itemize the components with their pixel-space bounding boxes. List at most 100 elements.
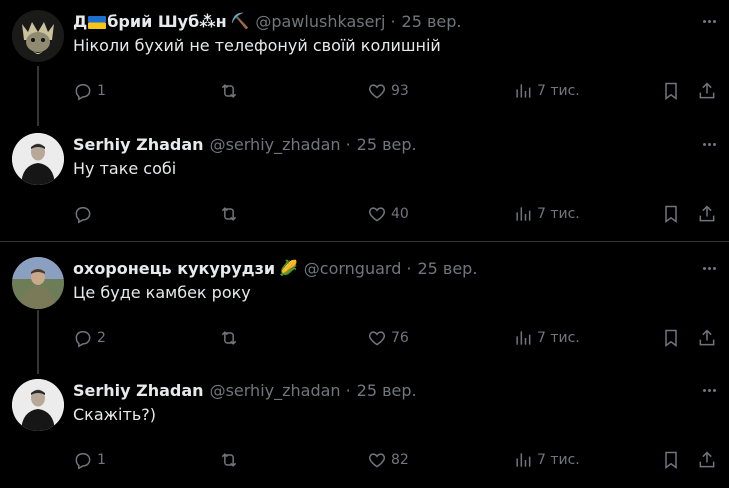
pickaxe-emoji: ⛏️: [230, 12, 250, 30]
retweet-icon: [221, 453, 237, 467]
view-count: 7 тис.: [537, 452, 580, 468]
share-button[interactable]: [697, 201, 717, 227]
author-name[interactable]: Дбрий Шуб⁂н: [73, 12, 227, 31]
more-options-icon[interactable]: [699, 381, 719, 399]
tweet-date[interactable]: 25 вер.: [417, 259, 477, 278]
tweet-date[interactable]: 25 вер.: [357, 135, 417, 154]
bookmark-icon: [665, 329, 677, 347]
reply-button[interactable]: 1: [73, 78, 106, 104]
share-icon: [699, 205, 715, 222]
like-count: 40: [391, 206, 409, 222]
like-button[interactable]: 76: [367, 325, 409, 351]
author-handle[interactable]: @serhiy_zhadan: [210, 381, 341, 400]
tweet-text: Ну таке собі: [73, 159, 177, 178]
avatar-image: [12, 133, 64, 185]
separator-dot: ·: [345, 380, 351, 400]
like-count: 93: [391, 83, 409, 99]
bookmark-icon: [665, 205, 677, 223]
reply-button[interactable]: 2: [73, 325, 106, 351]
author-name[interactable]: Serhiy Zhadan: [73, 381, 204, 400]
tweet[interactable]: Serhiy Zhadan @serhiy_zhadan · 25 вер. С…: [0, 379, 729, 479]
bookmark-button[interactable]: [661, 325, 681, 351]
retweet-button[interactable]: [219, 78, 239, 104]
heart-icon: [368, 207, 386, 222]
views-button[interactable]: 7 тис.: [513, 325, 580, 351]
separator-dot: ·: [406, 258, 412, 278]
share-icon: [699, 329, 715, 346]
tweet-actions: 2 76 7 тис.: [73, 325, 723, 351]
retweet-icon: [221, 331, 237, 345]
reply-count: 2: [97, 330, 106, 346]
reply-button[interactable]: [73, 201, 97, 227]
reply-icon: [75, 331, 91, 348]
views-button[interactable]: 7 тис.: [513, 447, 580, 473]
views-button[interactable]: 7 тис.: [513, 201, 580, 227]
tweet-date[interactable]: 25 вер.: [357, 381, 417, 400]
avatar[interactable]: [12, 379, 64, 431]
view-count: 7 тис.: [537, 83, 580, 99]
tweet-actions: 40 7 тис.: [73, 201, 723, 227]
separator-dot: ·: [345, 134, 351, 154]
views-chart-icon: [516, 453, 531, 467]
more-options-icon[interactable]: [699, 135, 719, 153]
thread-divider: [0, 241, 729, 242]
heart-icon: [368, 453, 386, 468]
tweet-text: Скажіть?): [73, 405, 156, 424]
views-button[interactable]: 7 тис.: [513, 78, 580, 104]
like-button[interactable]: 40: [367, 201, 409, 227]
share-button[interactable]: [697, 325, 717, 351]
tweet-actions: 1 93 7 тис.: [73, 78, 723, 104]
bookmark-icon: [665, 82, 677, 100]
author-handle[interactable]: @cornguard: [304, 259, 402, 278]
retweet-button[interactable]: [219, 447, 239, 473]
retweet-icon: [221, 84, 237, 98]
more-options-icon[interactable]: [699, 259, 719, 277]
views-chart-icon: [516, 207, 531, 221]
reply-icon: [75, 453, 91, 470]
retweet-button[interactable]: [219, 325, 239, 351]
tweet[interactable]: охоронець кукурудзи 🌽 @cornguard · 25 ве…: [0, 257, 729, 357]
share-button[interactable]: [697, 447, 717, 473]
like-button[interactable]: 82: [367, 447, 409, 473]
reply-button[interactable]: 1: [73, 447, 106, 473]
author-handle[interactable]: @serhiy_zhadan: [210, 135, 341, 154]
tweet[interactable]: Дбрий Шуб⁂н ⛏️ @pawlushkaserj · 25 вер. …: [0, 10, 729, 110]
separator-dot: ·: [390, 11, 396, 31]
corn-emoji: 🌽: [279, 259, 298, 277]
author-name[interactable]: Serhiy Zhadan: [73, 135, 204, 154]
share-icon: [699, 451, 715, 468]
tweet-actions: 1 82 7 тис.: [73, 447, 723, 473]
like-button[interactable]: 93: [367, 78, 409, 104]
tweet-header: Дбрий Шуб⁂н ⛏️ @pawlushkaserj · 25 вер.: [73, 10, 462, 32]
bookmark-icon: [665, 451, 677, 469]
share-button[interactable]: [697, 78, 717, 104]
like-count: 76: [391, 330, 409, 346]
bookmark-button[interactable]: [661, 201, 681, 227]
bookmark-button[interactable]: [661, 447, 681, 473]
avatar-image: [12, 257, 64, 309]
tweet-text: Це буде камбек року: [73, 283, 251, 302]
reply-icon: [75, 84, 91, 101]
avatar-image: [12, 379, 64, 431]
author-handle[interactable]: @pawlushkaserj: [255, 12, 385, 31]
views-chart-icon: [516, 331, 531, 345]
more-options-icon[interactable]: [699, 12, 719, 30]
bookmark-button[interactable]: [661, 78, 681, 104]
heart-icon: [368, 84, 386, 99]
share-icon: [699, 82, 715, 99]
avatar[interactable]: [12, 10, 64, 62]
reply-icon: [75, 207, 91, 224]
tweet-header: охоронець кукурудзи 🌽 @cornguard · 25 ве…: [73, 257, 477, 279]
tweet[interactable]: Serhiy Zhadan @serhiy_zhadan · 25 вер. Н…: [0, 133, 729, 233]
view-count: 7 тис.: [537, 206, 580, 222]
author-name[interactable]: охоронець кукурудзи: [73, 259, 275, 278]
avatar[interactable]: [12, 257, 64, 309]
avatar-image: [12, 10, 64, 62]
retweet-button[interactable]: [219, 201, 239, 227]
heart-icon: [368, 331, 386, 346]
view-count: 7 тис.: [537, 330, 580, 346]
reply-count: 1: [97, 83, 106, 99]
tweet-text: Ніколи бухий не телефонуй своїй колишній: [73, 36, 441, 55]
avatar[interactable]: [12, 133, 64, 185]
tweet-date[interactable]: 25 вер.: [402, 12, 462, 31]
